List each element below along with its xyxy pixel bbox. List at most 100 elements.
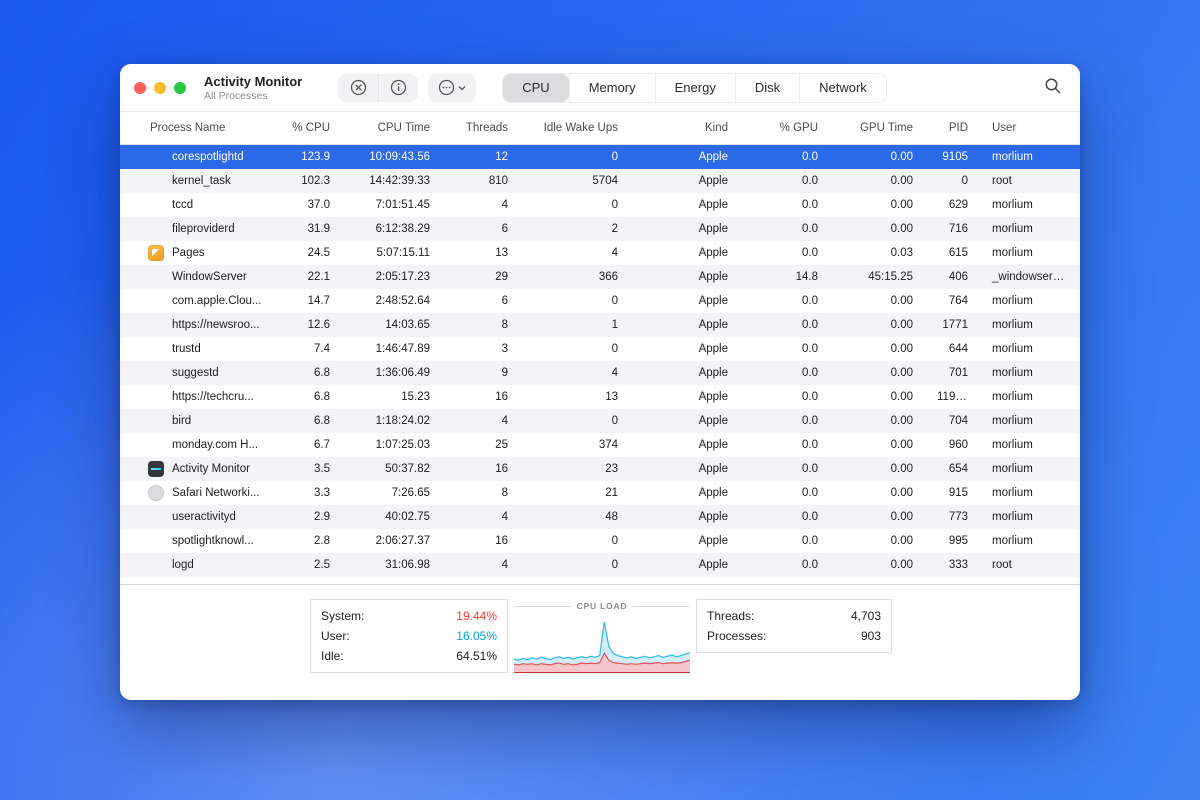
cell-kind: Apple bbox=[698, 319, 728, 331]
cell-cpu-percent: 37.0 bbox=[307, 199, 330, 211]
cell-user: morlium bbox=[992, 415, 1033, 427]
column-header-idle-wake-ups[interactable]: Idle Wake Ups bbox=[520, 122, 630, 134]
table-row[interactable]: spotlightknowl... 2.8 2:06:27.37 16 0 Apple 0.… bbox=[120, 529, 1080, 553]
cell-cpu-time: 50:37.82 bbox=[385, 463, 430, 475]
table-row[interactable]: monday.com H... 6.7 1:07:25.03 25 374 Apple 0.… bbox=[120, 433, 1080, 457]
cell-process-name: com.apple.Clou... bbox=[120, 289, 270, 313]
table-header: Process Name% CPU CPU Time Threads Idle Wak… bbox=[120, 112, 1080, 145]
cell-kind: Apple bbox=[698, 199, 728, 211]
table-row[interactable]: useractivityd 2.9 40:02.75 4 48 Apple 0.0 0.00 7… bbox=[120, 505, 1080, 529]
tab-network[interactable]: Network bbox=[799, 73, 886, 102]
cell-process-name: Activity Monitor bbox=[120, 457, 270, 481]
cell-kind: Apple bbox=[698, 415, 728, 427]
stat-row: Processes: 903 bbox=[707, 626, 881, 646]
cell-pid: 9105 bbox=[942, 151, 968, 163]
cell-pid: 615 bbox=[948, 247, 968, 259]
tab-memory[interactable]: Memory bbox=[568, 73, 655, 102]
tab-energy[interactable]: Energy bbox=[654, 73, 735, 102]
cell-idle-wake-ups: 2 bbox=[611, 223, 618, 235]
cell-threads: 4 bbox=[501, 199, 508, 211]
cell-threads: 12 bbox=[495, 151, 508, 163]
quit-process-button[interactable] bbox=[338, 74, 378, 102]
table-row[interactable]: Activity Monitor 3.5 50:37.82 16 23 Apple 0.0 0… bbox=[120, 457, 1080, 481]
divider bbox=[514, 605, 571, 607]
column-header-gpu-percent[interactable]: % GPU bbox=[740, 122, 830, 134]
cell-user: morlium bbox=[992, 223, 1033, 235]
column-header-kind[interactable]: Kind bbox=[630, 122, 740, 134]
process-name: logd bbox=[172, 559, 194, 571]
quit-process-icon bbox=[350, 79, 366, 96]
stat-label: Threads: bbox=[707, 609, 755, 623]
activity-monitor-icon bbox=[148, 461, 164, 477]
table-row[interactable]: com.apple.Clou... 14.7 2:48:52.64 6 0 Apple 0.… bbox=[120, 289, 1080, 313]
cell-cpu-time: 15.23 bbox=[401, 391, 430, 403]
cell-gpu-percent: 0.0 bbox=[802, 439, 818, 451]
column-header-gpu-time[interactable]: GPU Time bbox=[830, 122, 925, 134]
zoom-button[interactable] bbox=[174, 81, 186, 94]
table-row[interactable]: suggestd 6.8 1:36:06.49 9 4 Apple 0.0 0.00 701 mo… bbox=[120, 361, 1080, 385]
cell-cpu-time: 14:42:39.33 bbox=[369, 175, 430, 187]
table-row[interactable]: fileproviderd 31.9 6:12:38.29 6 2 Apple 0.0 0.0… bbox=[120, 217, 1080, 241]
cell-gpu-percent: 0.0 bbox=[802, 463, 818, 475]
stat-value: 4,703 bbox=[850, 609, 881, 623]
table-row[interactable]: trustd 7.4 1:46:47.89 3 0 Apple 0.0 0.00 644 morl… bbox=[120, 337, 1080, 361]
cell-pid: 960 bbox=[948, 439, 968, 451]
process-table-body: corespotlightd 123.9 10:09:43.56 12 0 Apple 0.… bbox=[120, 145, 1080, 577]
column-header-user[interactable]: User bbox=[980, 122, 1080, 134]
cell-gpu-percent: 0.0 bbox=[802, 223, 818, 235]
table-row[interactable]: corespotlightd 123.9 10:09:43.56 12 0 Apple 0.… bbox=[120, 145, 1080, 169]
cell-cpu-percent: 102.3 bbox=[301, 175, 330, 187]
table-row[interactable]: tccd 37.0 7:01:51.45 4 0 Apple 0.0 0.00 629 morli… bbox=[120, 193, 1080, 217]
search-button[interactable] bbox=[1040, 73, 1066, 102]
cell-gpu-percent: 0.0 bbox=[802, 247, 818, 259]
more-options-button[interactable] bbox=[428, 73, 477, 102]
table-row[interactable]: WindowServer 22.1 2:05:17.23 29 366 Apple 14.8… bbox=[120, 265, 1080, 289]
cell-pid: 0 bbox=[961, 175, 968, 187]
cell-gpu-time: 0.00 bbox=[890, 223, 913, 235]
tab-cpu[interactable]: CPU bbox=[503, 73, 569, 102]
cell-threads: 9 bbox=[501, 367, 508, 379]
process-name: Safari Networki... bbox=[172, 487, 260, 499]
cell-cpu-percent: 6.7 bbox=[314, 439, 330, 451]
table-row[interactable]: Safari Networki... 3.3 7:26.65 8 21 Apple 0.0 0… bbox=[120, 481, 1080, 505]
close-button[interactable] bbox=[134, 81, 146, 94]
cell-process-name: spotlightknowl... bbox=[120, 529, 270, 553]
column-header-threads[interactable]: Threads bbox=[442, 122, 520, 134]
column-header-process-name[interactable]: Process Name bbox=[120, 122, 270, 134]
cell-gpu-time: 0.00 bbox=[890, 535, 913, 547]
cell-kind: Apple bbox=[698, 151, 728, 163]
cell-gpu-time: 0.00 bbox=[890, 391, 913, 403]
table-row[interactable]: Pages 24.5 5:07:15.11 13 4 Apple 0.0 0.03 615 mor… bbox=[120, 241, 1080, 265]
cell-cpu-percent: 2.9 bbox=[314, 511, 330, 523]
cell-idle-wake-ups: 4 bbox=[611, 247, 618, 259]
stat-row: User: 16.05% bbox=[321, 626, 497, 646]
cell-cpu-percent: 3.5 bbox=[314, 463, 330, 475]
cell-cpu-time: 40:02.75 bbox=[385, 511, 430, 523]
stat-row: System: 19.44% bbox=[321, 606, 497, 626]
cell-idle-wake-ups: 5704 bbox=[592, 175, 618, 187]
cell-gpu-percent: 0.0 bbox=[802, 367, 818, 379]
column-header-pid[interactable]: PID bbox=[925, 122, 980, 134]
column-header-cpu-time[interactable]: CPU Time bbox=[342, 122, 442, 134]
cell-process-name: https://techcru... bbox=[120, 385, 270, 409]
cell-gpu-percent: 0.0 bbox=[802, 559, 818, 571]
tab-disk[interactable]: Disk bbox=[734, 73, 799, 102]
stat-label: Processes: bbox=[707, 629, 767, 643]
minimize-button[interactable] bbox=[154, 81, 166, 94]
footer: System: 19.44% User: 16.05% Idle: 64.51% CPU … bbox=[120, 584, 1080, 673]
cell-process-name: Pages bbox=[120, 241, 270, 265]
table-row[interactable]: bird 6.8 1:18:24.02 4 0 Apple 0.0 0.00 704 morliu… bbox=[120, 409, 1080, 433]
table-row[interactable]: kernel_task 102.3 14:42:39.33 810 5704 Apple 0… bbox=[120, 169, 1080, 193]
stat-row: Threads: 4,703 bbox=[707, 606, 881, 626]
column-header-cpu-percent[interactable]: % CPU bbox=[270, 122, 342, 134]
cell-cpu-time: 1:07:25.03 bbox=[375, 439, 430, 451]
cell-cpu-percent: 24.5 bbox=[307, 247, 330, 259]
table-row[interactable]: https://techcru... 6.8 15.23 16 13 Apple 0.0 0.… bbox=[120, 385, 1080, 409]
cell-threads: 29 bbox=[495, 271, 508, 283]
window-subtitle: All Processes bbox=[204, 89, 268, 102]
process-name: bird bbox=[172, 415, 192, 427]
cell-threads: 16 bbox=[495, 463, 508, 475]
inspect-button[interactable] bbox=[378, 73, 418, 102]
table-row[interactable]: https://newsroo... 12.6 14:03.65 8 1 Apple 0.0… bbox=[120, 313, 1080, 337]
table-row[interactable]: logd 2.5 31:06.98 4 0 Apple 0.0 0.00 333 root bbox=[120, 553, 1080, 577]
